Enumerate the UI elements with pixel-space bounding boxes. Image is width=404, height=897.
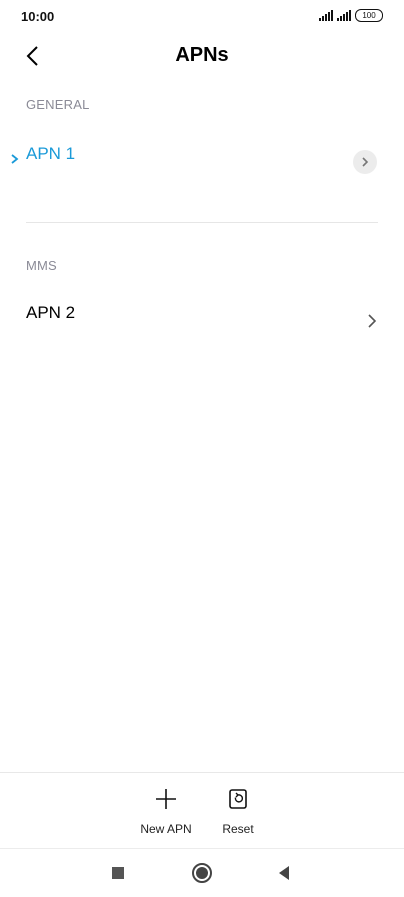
status-time: 10:00	[21, 9, 55, 24]
selected-indicator-icon	[11, 154, 19, 164]
battery-icon: 100	[355, 9, 383, 22]
reset-label: Reset	[222, 822, 254, 836]
apn-item-apn-1[interactable]: APN 1	[0, 144, 404, 200]
home-button[interactable]	[190, 861, 214, 885]
signal-icon	[337, 10, 351, 21]
new-apn-label: New APN	[140, 822, 192, 836]
section-divider	[26, 222, 378, 223]
plus-icon	[156, 789, 176, 809]
status-bar: 10:00 100	[0, 0, 404, 32]
square-icon	[112, 867, 124, 879]
section-label-general: GENERAL	[26, 97, 90, 112]
action-bar: New APN Reset	[0, 772, 404, 849]
triangle-back-icon	[279, 866, 289, 880]
apn-name: APN 2	[26, 303, 76, 322]
reset-button[interactable]: Reset	[208, 787, 268, 836]
section-label-mms: MMS	[26, 258, 57, 273]
circle-icon	[192, 863, 212, 883]
chevron-right-icon	[368, 314, 377, 328]
apn-name: APN 1	[26, 144, 76, 163]
detail-chevron-icon[interactable]	[353, 150, 377, 174]
apns-screen: 10:00 100 APNs GENERAL APN 1 MMS APN 2 N…	[0, 0, 404, 897]
reset-icon	[229, 789, 247, 809]
chevron-right-icon	[362, 157, 369, 167]
signal-icon	[319, 10, 333, 21]
system-navigation-bar	[0, 848, 404, 897]
recents-button[interactable]	[106, 861, 130, 885]
new-apn-button[interactable]: New APN	[136, 787, 196, 836]
status-indicators: 100	[319, 9, 383, 22]
page-title: APNs	[175, 44, 229, 66]
header: APNs	[0, 36, 404, 78]
back-nav-button[interactable]	[272, 861, 296, 885]
apn-item-apn-2[interactable]: APN 2	[0, 303, 404, 359]
